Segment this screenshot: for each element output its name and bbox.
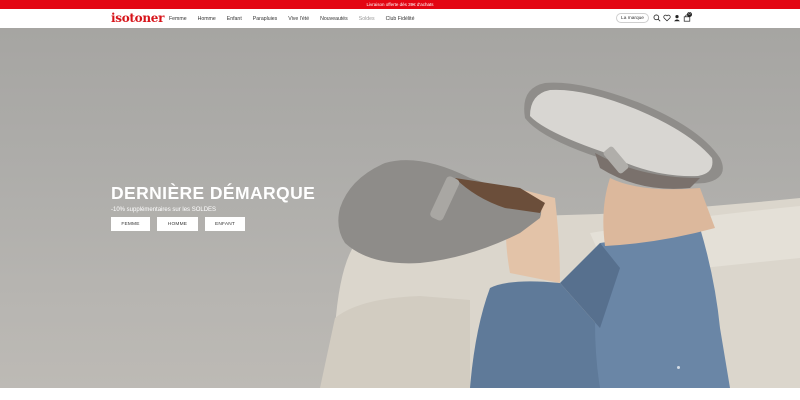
promo-text: Livraison offerte dès 39€ d'achats [366,2,434,7]
site-header: isotoner Femme Homme Enfant Parapluies V… [0,9,800,28]
search-icon[interactable] [653,14,661,22]
nav-item-soldes[interactable]: Soldes [359,16,375,22]
cart-count-badge: 0 [687,12,692,17]
hero-banner[interactable]: DERNIÈRE DÉMARQUE -10% supplémentaires s… [0,28,800,388]
nav-item-club-fidelite[interactable]: Club Fidélité [386,16,415,22]
user-icon[interactable] [673,14,681,22]
nav-item-femme[interactable]: Femme [169,16,187,22]
nav-item-homme[interactable]: Homme [198,16,216,22]
hero-button-group: FEMME HOMME ENFANT [111,217,252,231]
hero-button-homme[interactable]: HOMME [157,217,198,231]
nav-item-parapluies[interactable]: Parapluies [253,16,278,22]
main-nav: Femme Homme Enfant Parapluies Vive l'été… [169,9,425,28]
isotoner-logo[interactable]: isotoner [111,10,164,27]
nav-item-enfant[interactable]: Enfant [227,16,242,22]
brand-button[interactable]: La marque [616,13,649,23]
hero-button-femme[interactable]: FEMME [111,217,150,231]
heart-icon[interactable] [663,14,671,22]
carousel-dot[interactable] [677,366,680,369]
hero-title: DERNIÈRE DÉMARQUE [111,183,316,203]
hero-subtitle: -10% supplémentaires sur les SOLDES [111,207,217,213]
nav-item-vive-lete[interactable]: Vive l'été [288,16,309,22]
promo-banner: Livraison offerte dès 39€ d'achats [0,0,800,9]
nav-item-nouveautes[interactable]: Nouveautés [320,16,348,22]
hero-button-enfant[interactable]: ENFANT [205,217,245,231]
